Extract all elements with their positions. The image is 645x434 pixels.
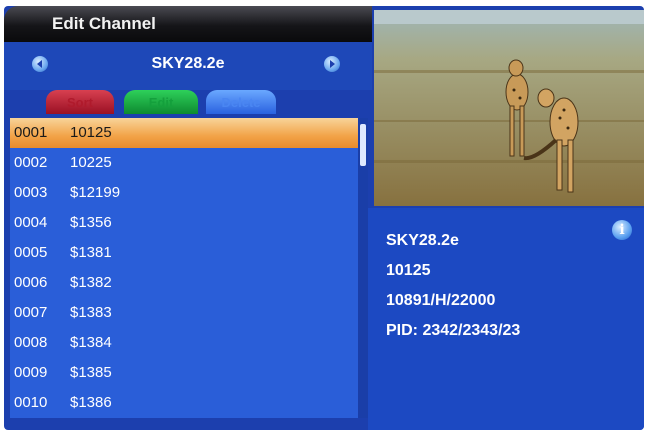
- channel-number: 0007: [14, 304, 48, 321]
- delete-button[interactable]: Delete: [206, 90, 276, 114]
- channel-number: 0005: [14, 244, 48, 261]
- page-title: Edit Channel: [52, 14, 156, 33]
- channel-name: $1356: [70, 214, 112, 231]
- channel-name: $1381: [70, 244, 112, 261]
- scrollbar-thumb[interactable]: [360, 124, 366, 166]
- channel-info-panel: SKY28.2e 10125 10891/H/22000 PID: 2342/2…: [368, 208, 644, 430]
- channel-row[interactable]: 0009 $1385: [10, 358, 358, 388]
- info-channel: 10125: [386, 262, 431, 279]
- channel-row[interactable]: 0006 $1382: [10, 268, 358, 298]
- channel-name: $1383: [70, 304, 112, 321]
- channel-number: 0008: [14, 334, 48, 351]
- info-satellite: SKY28.2e: [386, 232, 459, 249]
- channel-name: $1382: [70, 274, 112, 291]
- channel-number: 0004: [14, 214, 48, 231]
- channel-row[interactable]: 0002 10225: [10, 148, 358, 178]
- preview-image: [374, 10, 644, 206]
- channel-row[interactable]: 0005 $1381: [10, 238, 358, 268]
- channel-name: 10225: [70, 154, 112, 171]
- list-scrollbar[interactable]: [358, 118, 368, 418]
- channel-number: 0009: [14, 364, 48, 381]
- channel-number: 0003: [14, 184, 48, 201]
- channel-name: $1385: [70, 364, 112, 381]
- channel-number: 0010: [14, 394, 48, 411]
- channel-row[interactable]: 0003 $12199: [10, 178, 358, 208]
- satellite-name: SKY28.2e: [151, 55, 225, 72]
- channel-row[interactable]: 0001 10125: [10, 118, 358, 148]
- channel-name: 10125: [70, 124, 112, 141]
- channel-row[interactable]: 0008 $1384: [10, 328, 358, 358]
- sort-button[interactable]: Sort: [46, 90, 114, 114]
- channel-row[interactable]: 0007 $1383: [10, 298, 358, 328]
- channel-row[interactable]: 0004 $1356: [10, 208, 358, 238]
- video-preview: [374, 10, 644, 206]
- channel-name: $12199: [70, 184, 121, 201]
- info-icon[interactable]: i: [612, 220, 632, 240]
- satellite-selector[interactable]: SKY28.2e: [4, 42, 372, 90]
- channel-number: 0002: [14, 154, 48, 171]
- channel-number: 0001: [14, 124, 48, 141]
- edit-button[interactable]: Edit: [124, 90, 198, 114]
- info-pid: PID: 2342/2343/23: [386, 322, 521, 339]
- channel-name: $1386: [70, 394, 112, 411]
- info-transponder: 10891/H/22000: [386, 292, 496, 309]
- channel-name: $1384: [70, 334, 112, 351]
- channel-row[interactable]: 0010 $1386: [10, 388, 358, 418]
- channel-number: 0006: [14, 274, 48, 291]
- chevron-right-icon[interactable]: [324, 56, 340, 72]
- edit-channel-screen: Edit Channel SKY28.2e Sort Edit Delete 0…: [4, 6, 644, 430]
- channel-list[interactable]: 0001 10125 0002 10225 0003 $12199 0004 $1356…: [10, 118, 358, 418]
- title-bar: Edit Channel: [4, 6, 372, 42]
